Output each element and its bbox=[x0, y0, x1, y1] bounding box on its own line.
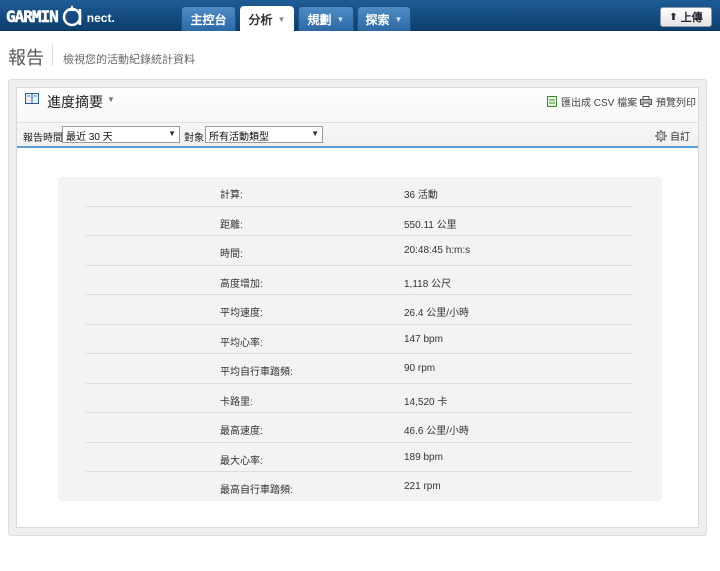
stat-row-avg-cadence: 平均自行車踏頻: 90 rpm bbox=[86, 354, 633, 384]
stat-label: 最大心率: bbox=[220, 455, 263, 467]
title-divider bbox=[52, 44, 53, 66]
stat-value: 550.11 公里 bbox=[404, 219, 457, 231]
customize-button[interactable]: 自訂 bbox=[655, 128, 690, 143]
stat-value: 147 bpm bbox=[404, 333, 443, 345]
activity-type-select[interactable]: 所有活動類型 ▼ bbox=[205, 126, 323, 143]
customize-label: 自訂 bbox=[670, 132, 690, 143]
stat-label: 時間: bbox=[220, 249, 243, 260]
panel-title[interactable]: 進度摘要 bbox=[47, 92, 103, 112]
logo-wordmark: GARMIN bbox=[6, 6, 59, 26]
tab-label: 探索 bbox=[365, 12, 390, 27]
period-value: 最近 30 天 bbox=[66, 132, 113, 143]
stat-row-max-cadence: 最高自行車踏頻: 221 rpm bbox=[86, 472, 633, 502]
chevron-down-icon: ▼ bbox=[336, 14, 345, 24]
stat-value: 90 rpm bbox=[404, 363, 436, 374]
stat-row-max-speed: 最高速度: 46.6 公里/小時 bbox=[86, 413, 633, 443]
logo-suffix: nect. bbox=[86, 10, 115, 25]
page-title: 報告 bbox=[8, 48, 44, 68]
gear-icon bbox=[655, 129, 667, 142]
tab-label: 主控台 bbox=[190, 12, 227, 27]
chevron-down-icon: ▼ bbox=[394, 14, 403, 24]
upload-label: 上傳 bbox=[680, 12, 703, 24]
export-csv-label: 匯出成 CSV 檔案 bbox=[561, 98, 638, 109]
panel-header: 進度摘要 ▼ 匯出成 CSV 檔案 預覽列印 報告時間 最近 30 天 ▼ 對象… bbox=[17, 88, 698, 148]
print-preview-link[interactable]: 預覽列印 bbox=[640, 94, 696, 109]
chevron-down-icon: ▼ bbox=[311, 129, 319, 138]
target-label: 對象 bbox=[184, 133, 204, 144]
stat-row-calories: 卡路里: 14,520 卡 bbox=[86, 384, 633, 413]
arrow-up-icon: ⬆ bbox=[669, 11, 678, 23]
connect-logo-icon bbox=[62, 5, 82, 27]
report-panel: 進度摘要 ▼ 匯出成 CSV 檔案 預覽列印 報告時間 最近 30 天 ▼ 對象… bbox=[16, 87, 699, 528]
stat-label: 平均速度: bbox=[220, 308, 263, 319]
stat-label: 平均心率: bbox=[220, 337, 263, 349]
stat-value: 1,118 公尺 bbox=[404, 278, 452, 290]
top-nav-bar: GARMIN nect. 主控台 分析 ▼ 規劃 ▼ 探索 ▼ ⬆ 上傳 bbox=[0, 0, 720, 31]
stat-row-avg-heart-rate: 平均心率: 147 bpm bbox=[86, 325, 633, 354]
activity-type-value: 所有活動類型 bbox=[209, 132, 269, 143]
stat-label: 卡路里: bbox=[220, 396, 253, 408]
stat-value: 14,520 卡 bbox=[404, 396, 448, 408]
stat-label: 高度增加: bbox=[220, 278, 263, 290]
stat-label: 計算: bbox=[220, 190, 243, 201]
upload-button[interactable]: ⬆ 上傳 bbox=[660, 7, 712, 27]
tab-dashboard[interactable]: 主控台 bbox=[181, 6, 236, 31]
stat-label: 距離: bbox=[220, 219, 243, 231]
stat-value: 189 bpm bbox=[404, 451, 443, 463]
stat-value: 46.6 公里/小時 bbox=[404, 426, 470, 437]
stat-value: 26.4 公里/小時 bbox=[404, 308, 470, 319]
stat-value: 20:48:45 h:m:s bbox=[404, 245, 471, 256]
stat-row-distance: 距離: 550.11 公里 bbox=[86, 207, 633, 236]
chevron-down-icon: ▼ bbox=[277, 14, 286, 24]
tab-label: 規劃 bbox=[307, 12, 332, 27]
stat-row-avg-speed: 平均速度: 26.4 公里/小時 bbox=[86, 295, 633, 325]
stat-label: 最高自行車踏頻: bbox=[220, 485, 293, 496]
chevron-down-icon[interactable]: ▼ bbox=[107, 95, 115, 104]
garmin-connect-logo[interactable]: GARMIN nect. bbox=[6, 5, 115, 27]
export-csv-link[interactable]: 匯出成 CSV 檔案 bbox=[547, 94, 637, 109]
chevron-down-icon: ▼ bbox=[168, 129, 176, 138]
stat-row-max-heart-rate: 最大心率: 189 bpm bbox=[86, 443, 633, 472]
tab-label: 分析 bbox=[248, 12, 273, 27]
page-subtitle: 檢視您的活動紀錄統計資料 bbox=[63, 54, 195, 66]
spreadsheet-icon bbox=[547, 96, 557, 107]
printer-icon bbox=[640, 96, 652, 107]
report-panel-frame: 進度摘要 ▼ 匯出成 CSV 檔案 預覽列印 報告時間 最近 30 天 ▼ 對象… bbox=[8, 79, 707, 536]
stat-label: 最高速度: bbox=[220, 426, 263, 437]
stat-value: 36 活動 bbox=[404, 190, 438, 201]
tab-explore[interactable]: 探索 ▼ bbox=[357, 6, 411, 31]
period-label: 報告時間 bbox=[23, 133, 63, 144]
progress-summary-table: 計算: 36 活動 距離: 550.11 公里 時間: 20:48:45 h:m… bbox=[58, 177, 662, 501]
period-select[interactable]: 最近 30 天 ▼ bbox=[62, 126, 180, 143]
stat-row-elevation-gain: 高度增加: 1,118 公尺 bbox=[86, 266, 633, 295]
tab-plan[interactable]: 規劃 ▼ bbox=[298, 6, 354, 31]
filter-bar: 報告時間 最近 30 天 ▼ 對象 所有活動類型 ▼ 自訂 bbox=[17, 122, 698, 146]
stat-row-count: 計算: 36 活動 bbox=[86, 177, 633, 207]
print-preview-label: 預覽列印 bbox=[656, 98, 696, 109]
tab-analysis[interactable]: 分析 ▼ bbox=[240, 6, 294, 31]
book-icon bbox=[25, 93, 39, 104]
stat-label: 平均自行車踏頻: bbox=[220, 367, 293, 378]
stat-row-time: 時間: 20:48:45 h:m:s bbox=[86, 236, 633, 266]
stat-value: 221 rpm bbox=[404, 481, 441, 492]
